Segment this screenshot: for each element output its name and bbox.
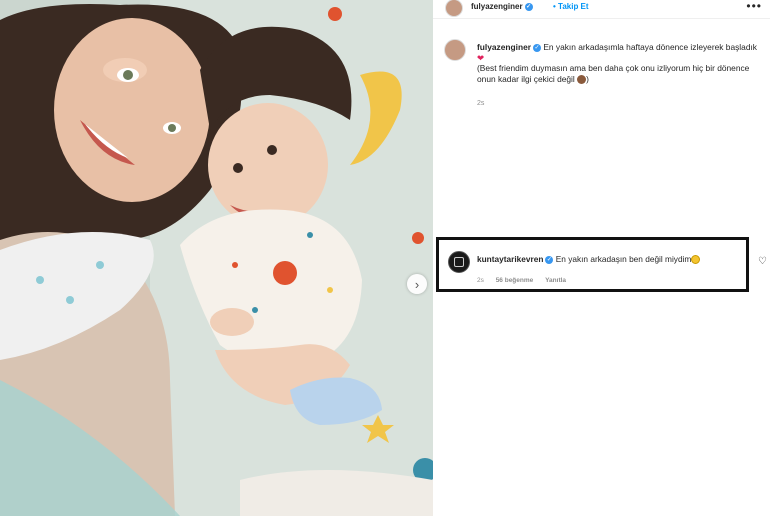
caption-text: En yakın arkadaşımla haftaya dönence izl…	[543, 42, 757, 52]
photo-illustration	[0, 0, 433, 516]
caption-timestamp: 2s	[477, 100, 485, 107]
verified-badge-icon: ✓	[532, 43, 541, 52]
comment-body: En yakın arkadaşın ben değil miydim	[555, 254, 692, 264]
follow-label: Takip Et	[558, 2, 589, 11]
author-username[interactable]: fulyazenginer ✓	[471, 2, 533, 11]
verified-badge-icon: ✓	[524, 2, 533, 11]
avatar-logo-icon	[454, 257, 464, 267]
monkey-emoji-icon	[577, 74, 587, 84]
smiley-emoji-icon	[691, 255, 701, 265]
author-avatar[interactable]	[445, 0, 463, 17]
comment-timestamp: 2s	[477, 277, 484, 284]
comment-meta: 2s 56 beğenme Yanıtla	[477, 277, 576, 284]
post-details-panel: fulyazenginer ✓ • Takip Et ••• fulyazengi…	[433, 0, 770, 516]
caption: fulyazenginer ✓ En yakın arkadaşımla haft…	[477, 42, 757, 84]
post-photo: ›	[0, 0, 433, 516]
comment-reply-button[interactable]: Yanıtla	[545, 277, 566, 284]
highlighted-comment: kuntaytarikevren ✓ En yakın arkadaşın ben…	[436, 237, 749, 292]
caption-avatar[interactable]	[444, 39, 466, 61]
follow-button[interactable]: • Takip Et	[553, 2, 589, 11]
red-heart-icon: ❤	[477, 52, 485, 63]
commenter-username[interactable]: kuntaytarikevren	[477, 254, 543, 264]
commenter-avatar[interactable]	[448, 251, 470, 273]
author-username-text: fulyazenginer	[471, 2, 523, 11]
comment-likes-link[interactable]: 56 beğenme	[496, 277, 534, 284]
chevron-right-icon: ›	[414, 276, 420, 292]
verified-badge-icon: ✓	[545, 255, 554, 264]
caption-text-2: (Best friendim duymasın ama ben daha çok…	[477, 63, 750, 84]
comment-like-heart-icon[interactable]: ♡	[758, 256, 767, 267]
more-options-icon[interactable]: •••	[746, 0, 762, 13]
comment-text: kuntaytarikevren ✓ En yakın arkadaşın ben…	[477, 254, 701, 265]
next-photo-button[interactable]: ›	[407, 274, 427, 294]
post-header: fulyazenginer ✓ • Takip Et •••	[433, 0, 770, 19]
caption-username[interactable]: fulyazenginer	[477, 42, 531, 52]
